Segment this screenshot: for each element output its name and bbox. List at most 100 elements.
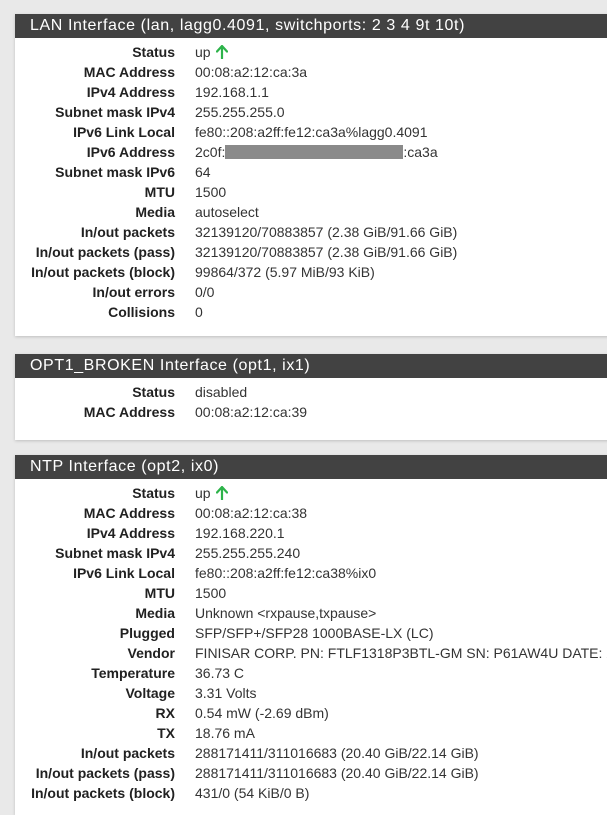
ntp-ipv4-label: IPv4 Address: [86, 525, 175, 541]
lan-ipv6-value: 2c0f: :ca3a: [195, 142, 438, 162]
opt1-status-label: Status: [132, 384, 175, 400]
ntp-temperature-label: Temperature: [91, 665, 175, 681]
opt1-mac-label: MAC Address: [83, 404, 175, 420]
ntp-interface-title: NTP Interface (opt2, ix0): [15, 455, 607, 479]
lan-mtu-row: MTU 1500: [15, 182, 607, 202]
lan-collisions-value: 0: [195, 304, 203, 320]
ntp-vendor-row: Vendor FINISAR CORP. PN: FTLF1318P3BTL-G…: [15, 643, 607, 663]
ntp-mac-value: 00:08:a2:12:ca:38: [195, 505, 308, 521]
ntp-mtu-row: MTU 1500: [15, 583, 607, 603]
lan-ipv6-suffix: :ca3a: [403, 144, 438, 160]
lan-subnet6-value: 64: [195, 164, 211, 180]
ntp-media-value: Unknown <rxpause,txpause>: [195, 605, 377, 621]
ntp-inout-block-label: In/out packets (block): [31, 785, 175, 801]
opt1-status-value: disabled: [195, 384, 248, 400]
lan-interface-panel: LAN Interface (lan, lagg0.4091, switchpo…: [15, 14, 607, 336]
lan-errors-value: 0/0: [195, 284, 215, 300]
ntp-subnet4-value: 255.255.255.240: [195, 545, 301, 561]
ntp-inout-block-value: 431/0 (54 KiB/0 B): [195, 785, 310, 801]
lan-ll6-row: IPv6 Link Local fe80::208:a2ff:fe12:ca3a…: [15, 122, 607, 142]
lan-interface-title: LAN Interface (lan, lagg0.4091, switchpo…: [15, 14, 607, 38]
ntp-inout-value: 288171411/311016683 (20.40 GiB/22.14 GiB…: [195, 745, 479, 761]
lan-subnet4-value: 255.255.255.0: [195, 104, 285, 120]
ntp-status-value: up: [195, 485, 211, 501]
lan-errors-row: In/out errors 0/0: [15, 282, 607, 302]
lan-ipv6-prefix: 2c0f:: [195, 144, 226, 160]
lan-inout-pass-row: In/out packets (pass) 32139120/70883857 …: [15, 242, 607, 262]
arrow-up-icon: [215, 486, 228, 500]
ntp-vendor-label: Vendor: [127, 645, 175, 661]
ntp-status-row: Status up: [15, 483, 607, 503]
lan-status-label: Status: [132, 44, 175, 60]
lan-ipv4-label: IPv4 Address: [86, 84, 175, 100]
lan-ll6-value: fe80::208:a2ff:fe12:ca3a%lagg0.4091: [195, 124, 428, 140]
lan-ipv6-label: IPv6 Address: [86, 144, 175, 160]
lan-inout-pass-value: 32139120/70883857 (2.38 GiB/91.66 GiB): [195, 244, 458, 260]
ntp-rx-label: RX: [155, 705, 175, 721]
ntp-tx-row: TX 18.76 mA: [15, 723, 607, 743]
lan-collisions-label: Collisions: [108, 304, 175, 320]
ntp-mac-label: MAC Address: [83, 505, 175, 521]
lan-interface-details: Status up MAC Address 00:08:a2:12:ca:3a …: [15, 38, 607, 322]
ntp-voltage-label: Voltage: [125, 685, 175, 701]
ntp-inout-label: In/out packets: [80, 745, 175, 761]
ntp-tx-value: 18.76 mA: [195, 725, 255, 741]
ntp-status-value-wrap: up: [195, 483, 228, 503]
opt1-mac-row: MAC Address 00:08:a2:12:ca:39: [15, 402, 607, 422]
lan-mtu-label: MTU: [144, 184, 175, 200]
ntp-ipv4-row: IPv4 Address 192.168.220.1: [15, 523, 607, 543]
lan-media-label: Media: [135, 204, 175, 220]
lan-status-value-wrap: up: [195, 42, 228, 62]
ntp-temperature-row: Temperature 36.73 C: [15, 663, 607, 683]
opt1-interface-details: Status disabled MAC Address 00:08:a2:12:…: [15, 378, 607, 422]
ntp-inout-pass-value: 288171411/311016683 (20.40 GiB/22.14 GiB…: [195, 765, 479, 781]
redaction-block: [225, 145, 404, 159]
ntp-media-row: Media Unknown <rxpause,txpause>: [15, 603, 607, 623]
ntp-inout-block-row: In/out packets (block) 431/0 (54 KiB/0 B…: [15, 783, 607, 803]
lan-media-value: autoselect: [195, 204, 259, 220]
lan-subnet4-row: Subnet mask IPv4 255.255.255.0: [15, 102, 607, 122]
ntp-interface-details: Status up MAC Address 00:08:a2:12:ca:38 …: [15, 479, 607, 803]
lan-ipv6-row: IPv6 Address 2c0f: :ca3a: [15, 142, 607, 162]
opt1-interface-panel: OPT1_BROKEN Interface (opt1, ix1) Status…: [15, 354, 607, 440]
lan-inout-block-label: In/out packets (block): [31, 264, 175, 280]
ntp-inout-pass-row: In/out packets (pass) 288171411/31101668…: [15, 763, 607, 783]
ntp-ipv4-value: 192.168.220.1: [195, 525, 285, 541]
lan-inout-block-row: In/out packets (block) 99864/372 (5.97 M…: [15, 262, 607, 282]
ntp-inout-pass-label: In/out packets (pass): [35, 765, 175, 781]
ntp-plugged-label: Plugged: [119, 625, 175, 641]
opt1-status-row: Status disabled: [15, 382, 607, 402]
ntp-voltage-row: Voltage 3.31 Volts: [15, 683, 607, 703]
ntp-ll6-label: IPv6 Link Local: [73, 565, 175, 581]
ntp-rx-value: 0.54 mW (-2.69 dBm): [195, 705, 329, 721]
ntp-media-label: Media: [135, 605, 175, 621]
lan-media-row: Media autoselect: [15, 202, 607, 222]
ntp-subnet4-label: Subnet mask IPv4: [55, 545, 175, 561]
ntp-subnet4-row: Subnet mask IPv4 255.255.255.240: [15, 543, 607, 563]
ntp-mtu-label: MTU: [144, 585, 175, 601]
lan-inout-block-value: 99864/372 (5.97 MiB/93 KiB): [195, 264, 375, 280]
ntp-voltage-value: 3.31 Volts: [195, 685, 257, 701]
lan-subnet6-row: Subnet mask IPv6 64: [15, 162, 607, 182]
ntp-mtu-value: 1500: [195, 585, 227, 601]
ntp-plugged-value: SFP/SFP+/SFP28 1000BASE-LX (LC): [195, 625, 434, 641]
ntp-mac-row: MAC Address 00:08:a2:12:ca:38: [15, 503, 607, 523]
ntp-ll6-value: fe80::208:a2ff:fe12:ca38%ix0: [195, 565, 377, 581]
lan-collisions-row: Collisions 0: [15, 302, 607, 322]
arrow-up-icon: [215, 45, 228, 59]
lan-mac-row: MAC Address 00:08:a2:12:ca:3a: [15, 62, 607, 82]
ntp-temperature-value: 36.73 C: [195, 665, 245, 681]
lan-inout-value: 32139120/70883857 (2.38 GiB/91.66 GiB): [195, 224, 458, 240]
lan-status-row: Status up: [15, 42, 607, 62]
lan-mac-value: 00:08:a2:12:ca:3a: [195, 64, 308, 80]
ntp-tx-label: TX: [157, 725, 175, 741]
lan-ipv4-value: 192.168.1.1: [195, 84, 269, 100]
lan-inout-row: In/out packets 32139120/70883857 (2.38 G…: [15, 222, 607, 242]
opt1-interface-title: OPT1_BROKEN Interface (opt1, ix1): [15, 354, 607, 378]
lan-errors-label: In/out errors: [92, 284, 175, 300]
lan-inout-label: In/out packets: [80, 224, 175, 240]
ntp-status-label: Status: [132, 485, 175, 501]
lan-ll6-label: IPv6 Link Local: [73, 124, 175, 140]
ntp-plugged-row: Plugged SFP/SFP+/SFP28 1000BASE-LX (LC): [15, 623, 607, 643]
ntp-rx-row: RX 0.54 mW (-2.69 dBm): [15, 703, 607, 723]
